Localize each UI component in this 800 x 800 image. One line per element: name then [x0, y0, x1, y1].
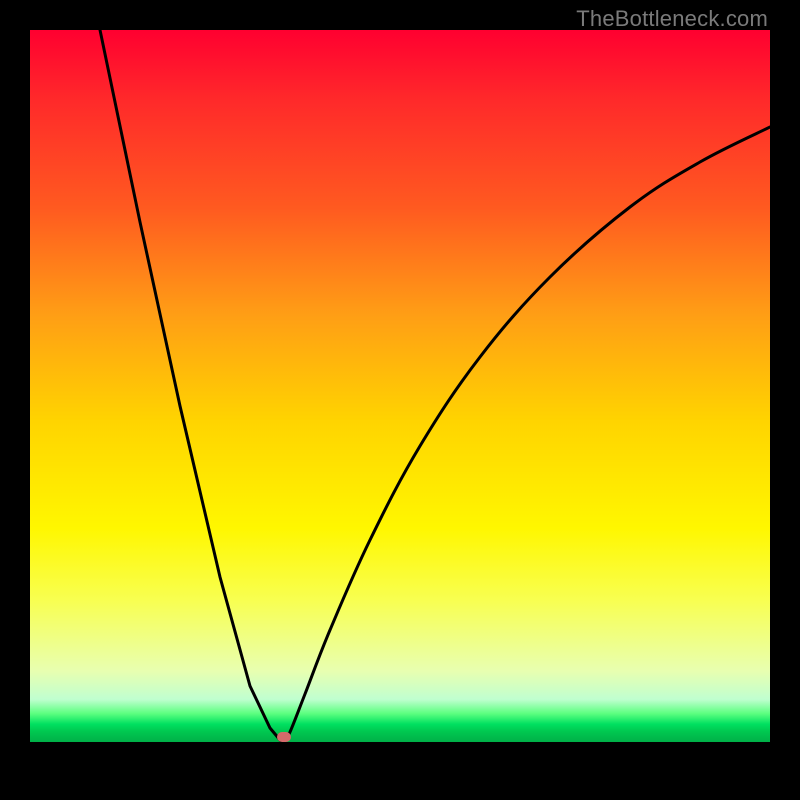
curve-right-branch	[284, 127, 770, 742]
bottom-strip	[30, 742, 770, 770]
curve-svg	[30, 30, 770, 770]
chart-frame: TheBottleneck.com	[0, 0, 800, 800]
marker-vertex	[277, 732, 291, 742]
curve-left-branch	[100, 30, 284, 742]
plot-area	[30, 30, 770, 770]
watermark-text: TheBottleneck.com	[576, 6, 768, 32]
